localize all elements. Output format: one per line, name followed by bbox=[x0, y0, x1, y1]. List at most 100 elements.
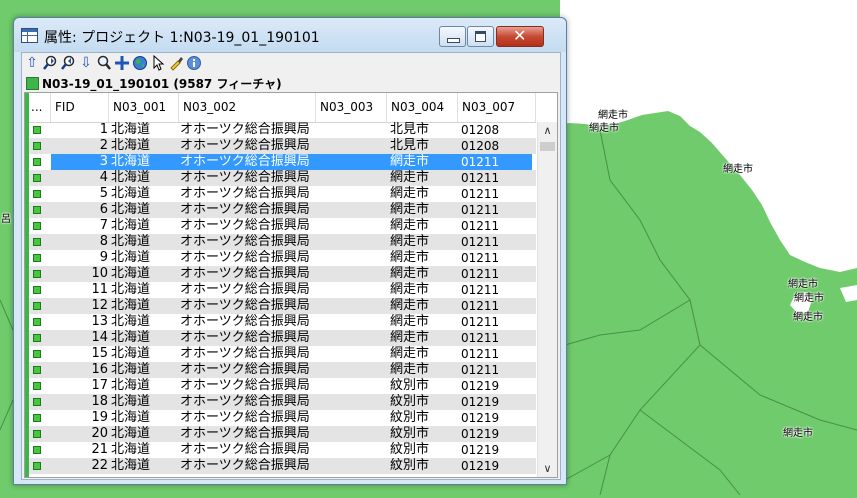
cell-n03-007[interactable]: 01219 bbox=[458, 458, 532, 474]
cell-n03-003[interactable] bbox=[316, 282, 387, 298]
cell-fid[interactable]: 15 bbox=[51, 346, 109, 362]
cell-n03-007[interactable]: 01219 bbox=[458, 442, 532, 458]
cell-fid[interactable]: 11 bbox=[51, 282, 109, 298]
cell-n03-002[interactable]: オホーツク総合振興局 bbox=[179, 218, 316, 234]
cell-n03-004[interactable]: 網走市 bbox=[387, 186, 458, 202]
cell-n03-003[interactable] bbox=[316, 346, 387, 362]
pointer-icon[interactable] bbox=[150, 54, 166, 71]
column-header-n03-003[interactable]: N03_003 bbox=[316, 93, 387, 122]
table-row[interactable]: 16 北海道 オホーツク総合振興局 網走市 01211 bbox=[29, 362, 536, 378]
cell-fid[interactable]: 5 bbox=[51, 186, 109, 202]
cell-n03-002[interactable]: オホーツク総合振興局 bbox=[179, 458, 316, 474]
table-row[interactable]: 14 北海道 オホーツク総合振興局 網走市 01211 bbox=[29, 330, 536, 346]
cell-n03-003[interactable] bbox=[316, 266, 387, 282]
row-selector[interactable] bbox=[29, 154, 51, 170]
row-selector[interactable] bbox=[29, 170, 51, 186]
cell-n03-007[interactable]: 01219 bbox=[458, 394, 532, 410]
row-selector[interactable] bbox=[29, 234, 51, 250]
row-selector[interactable] bbox=[29, 458, 51, 474]
cell-n03-004[interactable]: 網走市 bbox=[387, 234, 458, 250]
cell-n03-002[interactable]: オホーツク総合振興局 bbox=[179, 186, 316, 202]
cell-n03-004[interactable]: 紋別市 bbox=[387, 458, 458, 474]
cell-n03-004[interactable]: 網走市 bbox=[387, 314, 458, 330]
cell-n03-004[interactable]: 網走市 bbox=[387, 202, 458, 218]
cell-n03-007[interactable]: 01211 bbox=[458, 250, 532, 266]
close-button[interactable]: ✕ bbox=[496, 26, 544, 47]
cell-n03-003[interactable] bbox=[316, 202, 387, 218]
maximize-button[interactable] bbox=[467, 26, 494, 47]
cell-n03-003[interactable] bbox=[316, 394, 387, 410]
cell-n03-003[interactable] bbox=[316, 138, 387, 154]
table-row[interactable]: 3 北海道 オホーツク総合振興局 網走市 01211 bbox=[29, 154, 536, 170]
cell-n03-007[interactable]: 01211 bbox=[458, 170, 532, 186]
cell-fid[interactable]: 16 bbox=[51, 362, 109, 378]
cell-n03-002[interactable]: オホーツク総合振興局 bbox=[179, 314, 316, 330]
cell-n03-007[interactable]: 01208 bbox=[458, 122, 532, 138]
scroll-down-icon[interactable]: ∨ bbox=[538, 460, 557, 477]
cell-n03-004[interactable]: 紋別市 bbox=[387, 394, 458, 410]
cell-n03-002[interactable]: オホーツク総合振興局 bbox=[179, 346, 316, 362]
row-selector[interactable] bbox=[29, 138, 51, 154]
cell-fid[interactable]: 17 bbox=[51, 378, 109, 394]
cell-n03-002[interactable]: オホーツク総合振興局 bbox=[179, 154, 316, 170]
cell-n03-001[interactable]: 北海道 bbox=[109, 170, 179, 186]
table-row[interactable]: 12 北海道 オホーツク総合振興局 網走市 01211 bbox=[29, 298, 536, 314]
cell-n03-003[interactable] bbox=[316, 234, 387, 250]
cell-n03-003[interactable] bbox=[316, 378, 387, 394]
row-selector[interactable] bbox=[29, 298, 51, 314]
row-selector[interactable] bbox=[29, 266, 51, 282]
column-header-n03-002[interactable]: N03_002 bbox=[179, 93, 316, 122]
cell-n03-003[interactable] bbox=[316, 186, 387, 202]
attribute-table-window[interactable]: 属性: プロジェクト 1:N03-19_01_190101 ✕ ⇧ ⇩ N03-… bbox=[13, 17, 567, 485]
cell-n03-004[interactable]: 北見市 bbox=[387, 138, 458, 154]
zoom-next-icon[interactable] bbox=[60, 55, 76, 71]
table-row[interactable]: 19 北海道 オホーツク総合振興局 紋別市 01219 bbox=[29, 410, 536, 426]
cell-n03-007[interactable]: 01211 bbox=[458, 218, 532, 234]
globe-icon[interactable] bbox=[132, 55, 148, 71]
cell-n03-007[interactable]: 01211 bbox=[458, 186, 532, 202]
row-selector[interactable] bbox=[29, 218, 51, 234]
row-selector[interactable] bbox=[29, 122, 51, 138]
row-selector[interactable] bbox=[29, 202, 51, 218]
cell-fid[interactable]: 22 bbox=[51, 458, 109, 474]
row-selector[interactable] bbox=[29, 378, 51, 394]
cell-n03-003[interactable] bbox=[316, 170, 387, 186]
cell-n03-001[interactable]: 北海道 bbox=[109, 186, 179, 202]
cell-n03-002[interactable]: オホーツク総合振興局 bbox=[179, 394, 316, 410]
cell-n03-007[interactable]: 01211 bbox=[458, 298, 532, 314]
vertical-scrollbar[interactable]: ∧ ∨ bbox=[537, 122, 557, 477]
table-row[interactable]: 4 北海道 オホーツク総合振興局 網走市 01211 bbox=[29, 170, 536, 186]
row-selector[interactable] bbox=[29, 250, 51, 266]
cell-n03-002[interactable]: オホーツク総合振興局 bbox=[179, 202, 316, 218]
scroll-thumb[interactable] bbox=[540, 142, 555, 151]
cell-n03-001[interactable]: 北海道 bbox=[109, 250, 179, 266]
cell-n03-004[interactable]: 網走市 bbox=[387, 346, 458, 362]
table-row[interactable]: 18 北海道 オホーツク総合振興局 紋別市 01219 bbox=[29, 394, 536, 410]
cell-n03-004[interactable]: 網走市 bbox=[387, 298, 458, 314]
table-row[interactable]: 1 北海道 オホーツク総合振興局 北見市 01208 bbox=[29, 122, 536, 138]
cell-n03-004[interactable]: 紋別市 bbox=[387, 426, 458, 442]
cell-n03-007[interactable]: 01211 bbox=[458, 362, 532, 378]
cell-n03-001[interactable]: 北海道 bbox=[109, 458, 179, 474]
cell-n03-004[interactable]: 網走市 bbox=[387, 170, 458, 186]
column-header-n03-007[interactable]: N03_007 bbox=[458, 93, 536, 122]
table-row[interactable]: 17 北海道 オホーツク総合振興局 紋別市 01219 bbox=[29, 378, 536, 394]
cell-fid[interactable]: 12 bbox=[51, 298, 109, 314]
cell-n03-007[interactable]: 01211 bbox=[458, 234, 532, 250]
highlight-icon[interactable] bbox=[168, 55, 184, 71]
cell-n03-004[interactable]: 網走市 bbox=[387, 266, 458, 282]
cell-n03-001[interactable]: 北海道 bbox=[109, 298, 179, 314]
cell-n03-007[interactable]: 01208 bbox=[458, 138, 532, 154]
table-row[interactable]: 15 北海道 オホーツク総合振興局 網走市 01211 bbox=[29, 346, 536, 362]
cell-n03-002[interactable]: オホーツク総合振興局 bbox=[179, 266, 316, 282]
cell-n03-002[interactable]: オホーツク総合振興局 bbox=[179, 426, 316, 442]
cell-n03-002[interactable]: オホーツク総合振興局 bbox=[179, 442, 316, 458]
cell-fid[interactable]: 9 bbox=[51, 250, 109, 266]
cell-n03-001[interactable]: 北海道 bbox=[109, 154, 179, 170]
row-selector[interactable] bbox=[29, 442, 51, 458]
cell-n03-001[interactable]: 北海道 bbox=[109, 138, 179, 154]
cell-n03-007[interactable]: 01219 bbox=[458, 426, 532, 442]
cell-n03-003[interactable] bbox=[316, 218, 387, 234]
cell-n03-001[interactable]: 北海道 bbox=[109, 362, 179, 378]
cell-n03-003[interactable] bbox=[316, 250, 387, 266]
